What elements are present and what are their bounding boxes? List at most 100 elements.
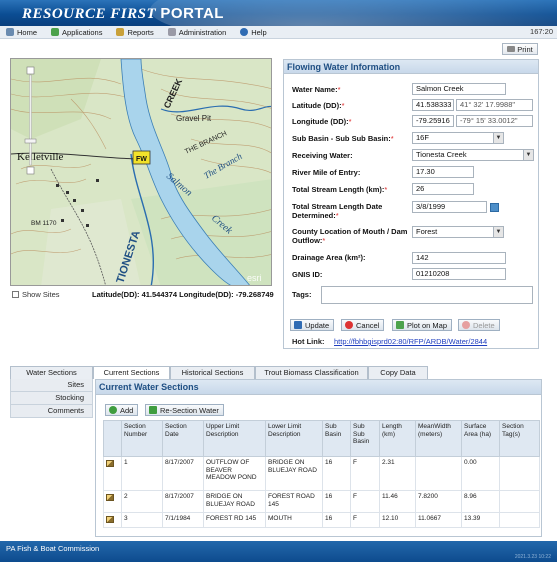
- current-sections-panel: Current Water Sections Add Re-Section Wa…: [95, 379, 542, 537]
- cell-lower-limit: FOREST ROAD 145: [265, 490, 323, 513]
- sub-basin-value: 16F: [416, 133, 429, 142]
- drainage-area-input[interactable]: 142: [412, 252, 506, 264]
- print-button[interactable]: Print: [502, 43, 538, 55]
- tab-current-sections[interactable]: Current Sections: [93, 366, 170, 379]
- delete-button[interactable]: Delete: [458, 319, 500, 331]
- show-sites-checkbox[interactable]: [12, 290, 19, 298]
- map-label-kelletville: Kelletville: [17, 151, 64, 163]
- cancel-icon: [345, 321, 353, 329]
- nav-item-comments[interactable]: Comments: [10, 405, 93, 418]
- river-mile-input[interactable]: 17.30: [412, 166, 474, 178]
- col-mean-width[interactable]: MeanWidth (meters): [415, 420, 462, 457]
- length-date-label: Total Stream Length Date Determined:*: [292, 202, 383, 220]
- latitude-input[interactable]: 41.538333: [412, 99, 454, 111]
- cell-mean-width: [415, 456, 462, 491]
- tab-copy-data[interactable]: Copy Data: [368, 366, 428, 379]
- add-section-button[interactable]: Add: [105, 404, 139, 416]
- length-date-input[interactable]: 3/8/1999: [412, 201, 487, 213]
- tab-water-sections[interactable]: Water Sections: [10, 366, 93, 379]
- cell-upper-limit: BRIDGE ON BLUEJAY ROAD: [203, 490, 266, 513]
- tab-historical-sections[interactable]: Historical Sections: [170, 366, 255, 379]
- calendar-icon[interactable]: [490, 203, 499, 212]
- plot-on-map-button[interactable]: Plot on Map: [392, 319, 453, 331]
- longitude-input[interactable]: -79.25916: [412, 115, 454, 127]
- sub-basin-select[interactable]: 16F ▼: [412, 132, 504, 144]
- add-label: Add: [120, 405, 134, 415]
- nav-item-sites[interactable]: Sites: [10, 379, 93, 392]
- applications-icon: [51, 28, 60, 36]
- help-icon: [240, 28, 249, 36]
- cell-section-date: 8/17/2007: [162, 456, 204, 491]
- table-row: 2 8/17/2007 BRIDGE ON BLUEJAY ROAD FORES…: [103, 490, 540, 513]
- col-surface-area[interactable]: Surface Area (ha): [461, 420, 500, 457]
- cell-sub-sub-basin: F: [350, 490, 380, 513]
- menu-reports[interactable]: Reports: [116, 28, 154, 37]
- county-select[interactable]: Forest ▼: [412, 226, 504, 238]
- delete-label: Delete: [473, 320, 495, 330]
- cancel-label: Cancel: [356, 320, 380, 330]
- menu-applications[interactable]: Applications: [51, 28, 102, 37]
- river-mile-label: River Mile of Entry:: [292, 168, 361, 177]
- cell-sub-sub-basin: F: [350, 512, 380, 528]
- update-label: Update: [305, 320, 330, 330]
- map-canvas[interactable]: CREEK Kelletville Gravel Pit THE BRANCH …: [11, 59, 272, 286]
- cancel-button[interactable]: Cancel: [341, 319, 385, 331]
- col-sub-sub-basin[interactable]: Sub Sub Basin: [350, 420, 380, 457]
- map-label-benchmark: BM 1170: [31, 220, 57, 227]
- water-name-input[interactable]: Salmon Creek: [412, 83, 506, 95]
- edit-icon[interactable]: [106, 494, 114, 501]
- col-upper-limit[interactable]: Upper Limit Description: [203, 420, 266, 457]
- total-length-label: Total Stream Length (km):*: [292, 185, 388, 194]
- resection-water-button[interactable]: Re-Section Water: [145, 404, 224, 416]
- menu-home[interactable]: Home: [6, 28, 37, 37]
- chevron-down-icon: ▼: [523, 150, 533, 160]
- receiving-water-select[interactable]: Tionesta Creek ▼: [412, 149, 534, 161]
- cell-sub-basin: 16: [322, 456, 351, 491]
- col-section-number[interactable]: Section Number: [121, 420, 163, 457]
- latitude-label: Latitude (DD):*: [292, 101, 345, 110]
- col-lower-limit[interactable]: Lower Limit Description: [265, 420, 323, 457]
- gnis-label: GNIS ID:: [292, 270, 323, 279]
- tags-label: Tags:: [292, 290, 312, 299]
- app-footer: PA Fish & Boat Commission 2021.3.23 10:2…: [0, 541, 557, 562]
- session-clock: 167:20: [530, 27, 553, 36]
- nav-item-stocking[interactable]: Stocking: [10, 392, 93, 405]
- sections-title: Current Water Sections: [96, 380, 541, 395]
- total-length-input[interactable]: 26: [412, 183, 474, 195]
- cell-section-number: 3: [121, 512, 163, 528]
- marker-label: FW: [136, 156, 147, 163]
- edit-icon[interactable]: [106, 460, 114, 467]
- footer-version: 2021.3.23 10:22: [514, 554, 551, 560]
- cell-sub-basin: 16: [322, 490, 351, 513]
- reports-icon: [116, 28, 125, 36]
- cell-section-number: 1: [121, 456, 163, 491]
- menu-home-label: Home: [17, 27, 38, 37]
- latitude-dms-field: 41° 32' 17.9988": [456, 99, 533, 111]
- menu-administration[interactable]: Administration: [167, 28, 226, 37]
- cell-lower-limit: MOUTH: [265, 512, 323, 528]
- longitude-dms-field: -79° 15' 33.0012": [456, 115, 533, 127]
- cell-length: 11.46: [379, 490, 416, 513]
- tab-trout-biomass[interactable]: Trout Biomass Classification: [255, 366, 368, 379]
- cell-upper-limit: OUTFLOW OF BEAVER MEADOW POND: [203, 456, 266, 491]
- tags-input[interactable]: [321, 286, 533, 304]
- col-length[interactable]: Length (km): [379, 420, 416, 457]
- edit-icon[interactable]: [106, 516, 114, 523]
- panel-title: Flowing Water Information: [284, 60, 538, 74]
- cell-section-date: 7/1/1984: [162, 512, 204, 528]
- water-name-label: Water Name:*: [292, 85, 341, 94]
- gnis-input[interactable]: 01210208: [412, 268, 506, 280]
- print-label: Print: [517, 44, 533, 54]
- topo-map[interactable]: CREEK Kelletville Gravel Pit THE BRANCH …: [10, 58, 272, 286]
- footer-org: PA Fish & Boat Commission: [6, 544, 100, 553]
- menu-help[interactable]: Help: [240, 27, 267, 37]
- col-sub-basin[interactable]: Sub Basin: [322, 420, 351, 457]
- col-section-date[interactable]: Section Date: [162, 420, 204, 457]
- col-section-tags[interactable]: Section Tag(s): [499, 420, 540, 457]
- hot-link[interactable]: http://fbhbgisprd02:80/RFP/ARDB/Water/28…: [334, 337, 487, 346]
- update-button[interactable]: Update: [290, 319, 335, 331]
- cell-surface-area: 13.39: [461, 512, 500, 528]
- menu-help-label: Help: [251, 27, 267, 37]
- chevron-down-icon: ▼: [493, 227, 503, 237]
- cell-mean-width: 11.0667: [415, 512, 462, 528]
